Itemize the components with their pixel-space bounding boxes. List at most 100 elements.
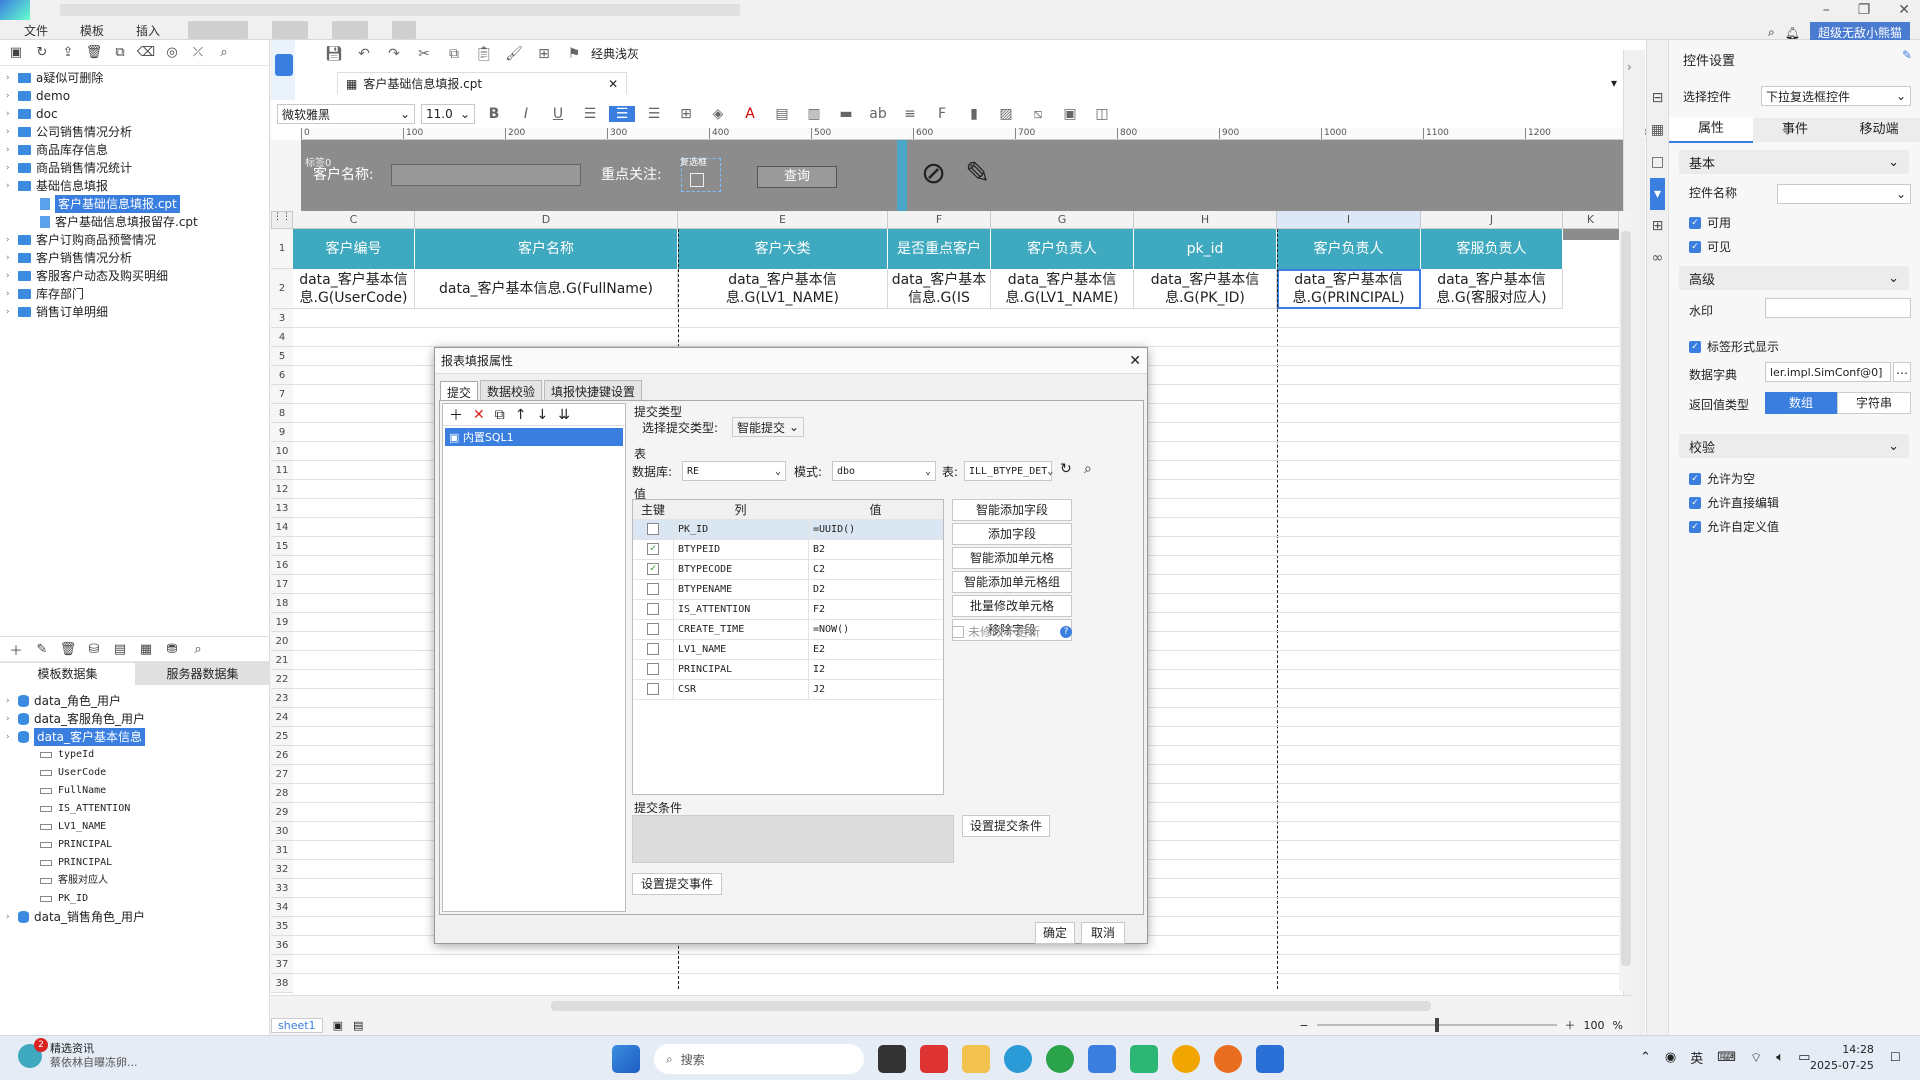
new-folder-icon[interactable]: ▣ [6,45,26,60]
dataset-field[interactable]: 客服对应人 [6,872,266,890]
widget-type-select[interactable]: 下拉复选框控件 ⌄ [1761,86,1911,106]
search-table-icon[interactable]: ⌕ [1084,461,1092,477]
submit-type-select[interactable]: 智能提交 ⌄ [732,417,804,437]
import-icon[interactable]: ⇪ [58,45,78,60]
row-number[interactable]: 35 [271,917,293,936]
primary-key-checkbox[interactable]: ✓ [647,563,659,575]
menu-template[interactable]: 模板 [76,20,108,41]
up-icon[interactable]: ↑ [515,407,527,423]
primary-key-checkbox[interactable] [647,523,659,535]
row-number[interactable]: 33 [271,879,293,898]
undo-icon[interactable]: ↶ [351,46,377,62]
dataset-field[interactable]: LV1_NAME [6,818,266,836]
row-number[interactable]: 23 [271,689,293,708]
server-icon[interactable]: ⛃ [162,642,182,657]
dataset-item[interactable]: › data_客服角色_用户 [6,710,266,728]
widget-icon[interactable]: ◫ [1089,106,1115,122]
trash-icon[interactable]: ⌫ [136,45,156,60]
clock[interactable]: 14:28 2025-07-25 [1810,1042,1874,1074]
expand-arrow-icon[interactable]: › [6,267,18,285]
row-number[interactable]: 16 [271,556,293,575]
align-left-icon[interactable]: ☰ [577,106,603,122]
dict-input[interactable]: ler.impl.SimConf@0] [1765,362,1891,382]
menu-blurred[interactable]: . [392,21,417,39]
wrap-icon[interactable]: ≡ [897,106,923,122]
condition-icon[interactable]: ⊞ [1650,210,1665,242]
align-right-icon[interactable]: ☰ [641,106,667,122]
row-number[interactable]: 28 [271,784,293,803]
sheet-tab[interactable]: sheet1 [271,1017,323,1033]
zoom-value[interactable]: 100 [1584,1019,1605,1032]
row-number[interactable]: 3 [271,309,293,328]
start-icon[interactable] [612,1045,640,1073]
primary-key-checkbox[interactable] [647,683,659,695]
field-column[interactable]: CSR [673,680,808,699]
row-number[interactable]: 25 [271,727,293,746]
locate-icon[interactable]: ◎ [162,45,182,60]
column-header-k[interactable]: K [1563,211,1619,229]
field-value[interactable]: =NOW() [808,620,943,639]
row-number[interactable]: 26 [271,746,293,765]
label-display-option[interactable]: ✓ 标签形式显示 [1689,338,1779,355]
menu-blurred[interactable]: . [188,21,249,39]
image-icon[interactable]: ▨ [993,106,1019,122]
watermark-input[interactable] [1765,298,1911,318]
tree-item[interactable]: › 商品库存信息 [6,141,269,159]
field-value[interactable]: J2 [808,680,943,699]
dict-more-button[interactable]: … [1893,362,1911,382]
maximize-icon[interactable]: ❐ [1858,2,1871,18]
row-number[interactable]: 36 [271,936,293,955]
split-icon[interactable]: ▥ [801,106,827,122]
data-cell[interactable]: data_客户基本信息.G(客服对应人) [1421,269,1563,309]
subreport-icon[interactable]: ▣ [1057,106,1083,122]
row-number[interactable]: 27 [271,765,293,784]
header-cell[interactable]: 客户编号 [293,229,415,269]
edit-icon[interactable]: ✎ [32,642,52,657]
advanced-section[interactable]: 高级 ⌄ [1679,266,1909,290]
row-number[interactable]: 10 [271,442,293,461]
ime-label[interactable]: 英 [1690,1048,1703,1067]
selected-cell[interactable] [1277,269,1421,309]
fill-color-icon[interactable]: ◈ [705,106,731,122]
tab-mobile[interactable]: 移动端 [1837,118,1920,142]
file-tab[interactable]: ▦ 客户基础信息填报.cpt ✕ [337,72,628,94]
refresh-icon[interactable]: ↻ [32,45,52,60]
field-column[interactable]: BTYPENAME [673,580,808,599]
data-cell[interactable]: data_客户基本信息.G(PK_ID) [1134,269,1277,309]
explorer-icon[interactable] [962,1045,990,1073]
field-row[interactable]: CSR J2 [633,680,943,700]
expand-arrow-icon[interactable]: › [6,105,18,123]
header-cell[interactable]: 客服负责人 [1421,229,1563,269]
row-number[interactable]: 31 [271,841,293,860]
enabled-option[interactable]: ✓ 可用 [1689,214,1731,231]
dataset-field[interactable]: FullName [6,782,266,800]
row-number[interactable]: 18 [271,594,293,613]
row-number[interactable]: 2 [271,269,293,309]
minimize-icon[interactable]: – [1823,2,1830,18]
return-array[interactable]: 数组 [1765,392,1837,414]
widget-name-input[interactable]: ⌄ [1777,184,1911,204]
close-tab-icon[interactable]: ✕ [608,77,618,91]
dataset-field[interactable]: typeId [6,746,266,764]
expand-arrow-icon[interactable]: › [6,728,18,746]
menu-insert[interactable]: 插入 [132,20,164,41]
copy-icon[interactable]: ⧉ [495,407,505,423]
expand-arrow-icon[interactable]: › [6,249,18,267]
row-number[interactable]: 5 [271,347,293,366]
field-column[interactable]: LV1_NAME [673,640,808,659]
dataset-item[interactable]: › data_客户基本信息 [6,728,266,746]
sort-icon[interactable]: ⇊ [558,407,570,423]
field-action-button[interactable]: 批量修改单元格 [952,595,1072,617]
formula-icon[interactable]: F [929,106,955,122]
cell-icon[interactable]: ▦ [1650,114,1665,146]
field-action-button[interactable]: 智能添加单元格组 [952,571,1072,593]
pencil-icon[interactable]: ✎ [965,156,990,191]
zoom-in-icon[interactable]: ＋ [1565,1017,1576,1033]
tree-item[interactable]: › 客服客户动态及购买明细 [6,267,269,285]
row-number[interactable]: 11 [271,461,293,480]
expand-arrow-icon[interactable]: › [6,908,18,926]
app-icon-3[interactable] [1214,1045,1242,1073]
dataset-field[interactable]: IS_ATTENTION [6,800,266,818]
tree-item[interactable]: › 基础信息填报 [6,177,269,195]
field-row[interactable]: IS_ATTENTION F2 [633,600,943,620]
